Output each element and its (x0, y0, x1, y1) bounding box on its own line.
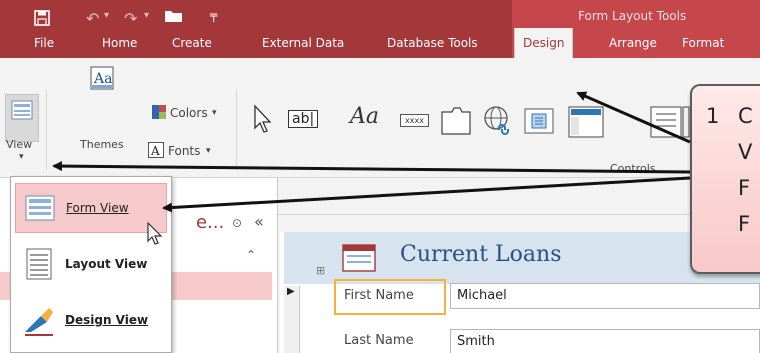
first-name-label[interactable]: First Name (344, 288, 414, 303)
chevron-down-circle-icon[interactable]: ⊙ (232, 216, 242, 230)
first-name-field[interactable]: Michael (450, 283, 760, 309)
option-group-icon[interactable] (650, 106, 690, 141)
controls-group-footer (240, 214, 760, 234)
fonts-label[interactable]: Fonts (168, 144, 200, 158)
record-selector[interactable]: ▶ (284, 286, 300, 353)
select-pointer-icon[interactable] (252, 104, 274, 137)
callout-text-line: F (738, 212, 751, 236)
themes-label[interactable]: Themes (80, 138, 124, 151)
form-view-icon (25, 195, 55, 221)
tab-create[interactable]: Create (172, 30, 212, 58)
view-icon (11, 100, 33, 120)
menu-item-form-view[interactable]: Form View (15, 183, 167, 233)
record-pointer-icon: ▶ (287, 286, 295, 297)
chevron-down-icon[interactable]: ▾ (104, 10, 109, 21)
textbox-control-icon[interactable]: ab| (288, 110, 319, 128)
chevron-down-icon: ▾ (206, 146, 211, 156)
navigation-control-icon[interactable] (568, 106, 604, 141)
design-view-icon (25, 308, 53, 336)
tab-file[interactable]: File (34, 30, 54, 58)
form-icon (342, 244, 376, 272)
last-name-label[interactable]: Last Name (344, 333, 414, 348)
layout-view-icon (26, 248, 52, 280)
menu-item-design-view[interactable]: Design View (15, 295, 167, 345)
callout-text-line: F (738, 176, 751, 200)
chevron-up-icon[interactable]: ⌃ (246, 248, 256, 262)
ribbon: View ▾ Aa Themes Colors ▾ A Fonts ▾ ab| … (0, 58, 760, 215)
tab-design[interactable]: Design (514, 28, 574, 60)
customize-toolbar-icon[interactable]: ╤ (210, 8, 217, 22)
view-button[interactable] (5, 94, 39, 142)
open-folder-icon[interactable] (164, 8, 184, 27)
callout-text-line: C (738, 104, 753, 128)
tab-home[interactable]: Home (102, 30, 137, 58)
web-browser-control-icon[interactable] (524, 108, 554, 137)
mouse-cursor-icon (146, 221, 164, 249)
tab-control-icon[interactable] (440, 106, 472, 139)
colors-label[interactable]: Colors (170, 106, 208, 120)
last-name-field[interactable]: Smith (450, 329, 760, 353)
undo-icon[interactable]: ↶ (86, 9, 99, 28)
tab-external-data[interactable]: External Data (262, 30, 344, 58)
form-header: Current Loans (284, 232, 760, 284)
menu-item-layout-view[interactable]: Layout View (15, 239, 167, 289)
menu-item-label: Layout View (65, 257, 148, 271)
contextual-title: Form Layout Tools (578, 9, 687, 23)
callout-text-line: V (738, 140, 753, 164)
view-dropdown-menu: Form View Layout View Design View (10, 176, 172, 353)
chevron-down-icon: ▾ (212, 108, 217, 118)
collapse-pane-icon[interactable]: « (254, 212, 264, 231)
hyperlink-control-icon[interactable] (482, 104, 514, 139)
menu-item-label: Form View (66, 201, 129, 215)
tab-arrange[interactable]: Arrange (609, 30, 657, 58)
layout-selector-icon[interactable]: ⊞ (316, 264, 325, 277)
fonts-icon[interactable]: A (148, 142, 164, 161)
callout-step-number: 1 (706, 104, 720, 128)
colors-icon[interactable] (152, 105, 166, 122)
controls-group-label: Controls (610, 162, 656, 175)
redo-icon[interactable]: ↷ (124, 9, 137, 28)
chevron-down-icon[interactable]: ▾ (144, 10, 149, 21)
chevron-down-icon: ▾ (19, 152, 24, 162)
button-control-icon[interactable]: xxxx (400, 114, 429, 127)
label-control-icon[interactable]: Aa (350, 104, 379, 129)
themes-icon[interactable]: Aa (90, 66, 114, 93)
navigation-pane-title: e... (196, 212, 225, 233)
svg-text:A: A (150, 144, 160, 158)
save-icon[interactable] (34, 10, 50, 29)
tab-format[interactable]: Format (682, 30, 724, 58)
tab-database-tools[interactable]: Database Tools (387, 30, 478, 58)
view-label: View (6, 138, 33, 151)
menu-item-label: Design View (65, 313, 149, 327)
svg-text:Aa: Aa (93, 71, 112, 87)
form-title: Current Loans (400, 242, 562, 267)
